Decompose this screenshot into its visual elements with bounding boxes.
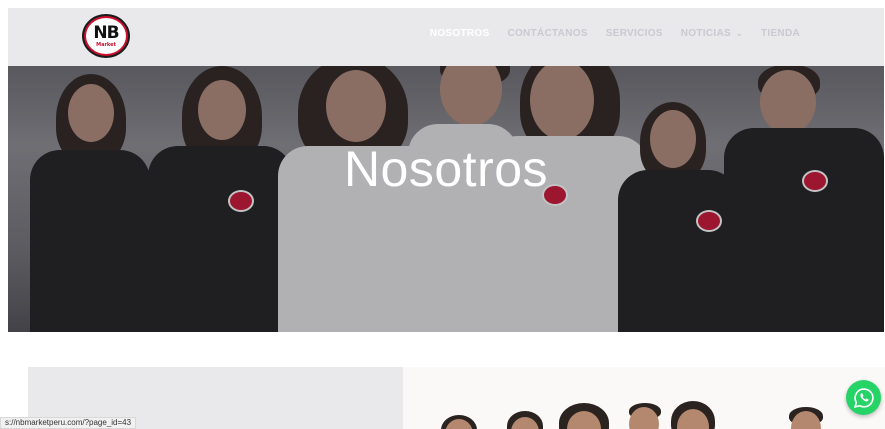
nav-item-nosotros[interactable]: NOSOTROS	[430, 28, 490, 39]
logo-subtext: Market	[96, 41, 116, 48]
nav-item-noticias[interactable]: NOTICIAS ⌄	[681, 28, 743, 39]
page-title: Nosotros	[343, 141, 549, 197]
nav-item-noticias-label: NOTICIAS	[680, 28, 731, 39]
nav-item-servicios[interactable]: SERVICIOS	[606, 28, 663, 39]
nav-item-tienda[interactable]: TIENDA	[761, 28, 800, 39]
page: NB Market NOSOTROS CONTÁCTANOS SERVICIOS…	[0, 0, 885, 429]
brand-logo-inner: NB Market	[86, 18, 126, 54]
main-nav: NOSOTROS CONTÁCTANOS SERVICIOS NOTICIAS ⌄…	[412, 28, 800, 39]
nav-item-contactanos[interactable]: CONTÁCTANOS	[507, 28, 587, 39]
logo-text: NB	[93, 22, 119, 43]
status-bar-url: s://nbmarketperu.com/?page_id=43	[0, 417, 137, 429]
chevron-down-icon: ⌄	[735, 29, 743, 38]
site-header: NB Market NOSOTROS CONTÁCTANOS SERVICIOS…	[8, 8, 884, 66]
whatsapp-icon	[853, 387, 874, 408]
hero-overlay	[8, 66, 884, 332]
content-team-photo	[403, 367, 885, 429]
brand-logo[interactable]: NB Market	[82, 14, 130, 58]
whatsapp-button[interactable]	[846, 380, 881, 415]
hero-banner: Nosotros	[8, 66, 884, 332]
